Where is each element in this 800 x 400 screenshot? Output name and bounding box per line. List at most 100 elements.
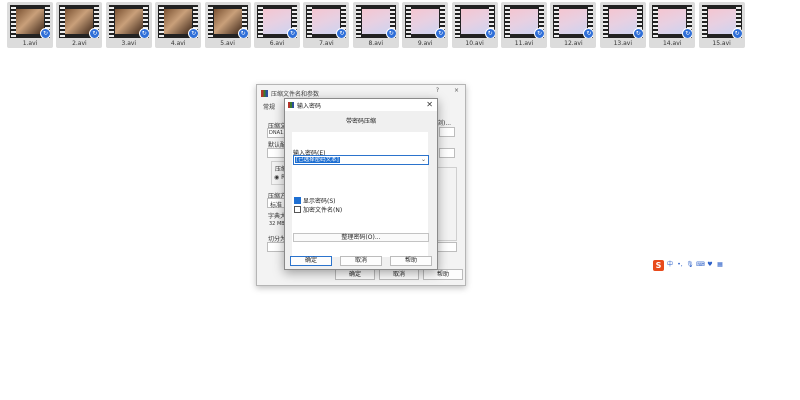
film-strip-icon bbox=[158, 5, 164, 38]
password-cancel-button[interactable]: 取消 bbox=[340, 256, 382, 266]
file-item[interactable]: ↻ 14.avi bbox=[649, 2, 696, 48]
file-item[interactable]: ↻ 6.avi bbox=[254, 2, 300, 48]
microphone-icon[interactable]: 🎙 bbox=[686, 261, 694, 269]
sync-status-icon: ↻ bbox=[138, 28, 149, 38]
password-ok-button[interactable]: 确定 bbox=[290, 256, 332, 266]
video-thumbnail: ↻ bbox=[207, 5, 248, 38]
video-thumbnail: ↻ bbox=[257, 5, 297, 38]
video-thumbnail: ↻ bbox=[602, 5, 643, 38]
help-icon[interactable]: ? bbox=[436, 87, 439, 94]
show-password-label: 显示密码(S) bbox=[303, 198, 336, 205]
archive-dialog-title: 压缩文件名和参数 bbox=[271, 90, 320, 98]
file-name: 4.avi bbox=[170, 40, 186, 47]
file-name: 10.avi bbox=[465, 40, 484, 47]
sogou-logo-icon[interactable]: S bbox=[653, 259, 664, 271]
show-password-checkbox[interactable]: 显示密码(S) bbox=[294, 196, 336, 205]
sync-status-icon: ↻ bbox=[583, 28, 594, 38]
file-item[interactable]: ↻ 12.avi bbox=[550, 2, 597, 48]
video-thumbnail: ↻ bbox=[701, 5, 742, 38]
file-name: 3.avi bbox=[121, 40, 137, 47]
winrar-logo-icon bbox=[288, 102, 294, 108]
close-icon[interactable]: ✕ bbox=[426, 100, 433, 109]
video-thumbnail: ↻ bbox=[504, 5, 544, 38]
film-strip-icon bbox=[553, 5, 559, 38]
thumbnail-frame bbox=[460, 9, 489, 34]
options-select[interactable] bbox=[439, 148, 455, 158]
video-thumbnail: ↻ bbox=[405, 5, 446, 38]
file-item[interactable]: ↻ 13.avi bbox=[599, 2, 646, 48]
file-name: 1.avi bbox=[22, 40, 38, 47]
password-dialog: 输入密码 ✕ 带密码压缩 输入密码(E) [已选择密码文本] ⌄ 显示密码(S)… bbox=[284, 98, 438, 270]
dictionary-value[interactable]: 32 MB bbox=[269, 221, 285, 227]
film-strip-icon bbox=[356, 5, 362, 38]
file-name: 14.avi bbox=[662, 40, 682, 47]
video-thumbnail: ↻ bbox=[652, 5, 693, 38]
password-selected-text: [已选择密码文本] bbox=[295, 157, 340, 163]
film-strip-icon bbox=[603, 5, 609, 38]
password-input[interactable]: [已选择密码文本] ⌄ bbox=[293, 155, 429, 165]
video-thumbnail: ↻ bbox=[306, 5, 347, 38]
file-item[interactable]: ↻ 4.avi bbox=[155, 2, 202, 48]
file-item[interactable]: ↻ 7.avi bbox=[303, 2, 350, 48]
password-help-button[interactable]: 帮助 bbox=[390, 256, 432, 266]
film-strip-icon bbox=[306, 5, 312, 38]
ime-toolbar: S 中 •, 🎙 ⌨ ♥ ▦ bbox=[653, 259, 735, 271]
video-thumbnail: ↻ bbox=[59, 5, 100, 38]
archive-cancel-button[interactable]: 取消 bbox=[379, 269, 419, 280]
file-item[interactable]: ↻ 1.avi bbox=[7, 2, 53, 48]
film-strip-icon bbox=[10, 5, 16, 38]
file-name: 2.avi bbox=[72, 40, 87, 47]
file-name: 7.avi bbox=[319, 40, 334, 47]
sync-status-icon: ↻ bbox=[435, 28, 446, 38]
toolbox-icon[interactable]: ▦ bbox=[716, 261, 724, 269]
film-strip-icon bbox=[652, 5, 658, 38]
file-item[interactable]: ↻ 8.avi bbox=[352, 2, 399, 48]
archive-dialog-titlebar: 压缩文件名和参数 bbox=[261, 88, 319, 98]
sync-status-icon: ↻ bbox=[385, 28, 396, 38]
archive-help-button[interactable]: 帮助 bbox=[423, 269, 463, 280]
file-item[interactable]: ↻ 11.avi bbox=[501, 2, 547, 48]
file-item[interactable]: ↻ 10.avi bbox=[451, 2, 498, 48]
update-mode-select[interactable] bbox=[439, 127, 455, 137]
password-dialog-title: 输入密码 bbox=[297, 103, 322, 110]
sync-status-icon: ↻ bbox=[237, 28, 248, 38]
checkbox-unchecked-icon bbox=[294, 206, 301, 213]
encrypt-names-label: 加密文件名(N) bbox=[303, 207, 343, 214]
chevron-down-icon[interactable]: ⌄ bbox=[421, 156, 426, 163]
file-name: 11.avi bbox=[514, 40, 534, 47]
sync-status-icon: ↻ bbox=[287, 28, 297, 38]
sync-status-icon: ↻ bbox=[632, 28, 643, 38]
punctuation-icon[interactable]: •, bbox=[676, 261, 684, 269]
archive-ok-button[interactable]: 确定 bbox=[335, 269, 375, 280]
sync-status-icon: ↻ bbox=[731, 28, 742, 38]
file-item[interactable]: ↻ 5.avi bbox=[204, 2, 251, 48]
film-strip-icon bbox=[257, 5, 263, 38]
sync-status-icon: ↻ bbox=[89, 28, 100, 38]
organize-passwords-button[interactable]: 整理密码(O)... bbox=[293, 233, 429, 242]
file-item[interactable]: ↻ 2.avi bbox=[56, 2, 103, 48]
skin-icon[interactable]: ♥ bbox=[706, 261, 714, 269]
encrypt-names-checkbox[interactable]: 加密文件名(N) bbox=[294, 205, 342, 214]
tab-general[interactable]: 常规 bbox=[263, 102, 275, 111]
file-item[interactable]: ↻ 9.avi bbox=[402, 2, 449, 48]
file-item[interactable]: ↻ 3.avi bbox=[105, 2, 152, 48]
password-set-button[interactable] bbox=[437, 242, 457, 252]
sync-status-icon: ↻ bbox=[188, 28, 199, 38]
video-thumbnail: ↻ bbox=[158, 5, 199, 38]
winrar-logo-icon bbox=[261, 89, 268, 97]
sync-status-icon: ↻ bbox=[484, 28, 495, 38]
file-name: 5.avi bbox=[220, 40, 235, 47]
film-strip-icon bbox=[504, 5, 510, 38]
file-item[interactable]: ↻ 15.avi bbox=[698, 2, 745, 48]
video-thumbnail: ↻ bbox=[355, 5, 396, 38]
ime-mode-toggle[interactable]: 中 bbox=[666, 261, 674, 269]
file-name: 13.avi bbox=[613, 40, 633, 47]
browse-button[interactable]: 浏)... bbox=[437, 118, 451, 127]
sync-status-icon: ↻ bbox=[534, 28, 544, 38]
keyboard-icon[interactable]: ⌨ bbox=[696, 261, 705, 269]
film-strip-icon bbox=[405, 5, 411, 38]
close-icon[interactable]: × bbox=[454, 87, 459, 94]
film-strip-icon bbox=[455, 5, 461, 38]
film-strip-icon bbox=[59, 5, 65, 38]
film-strip-icon bbox=[208, 5, 214, 38]
